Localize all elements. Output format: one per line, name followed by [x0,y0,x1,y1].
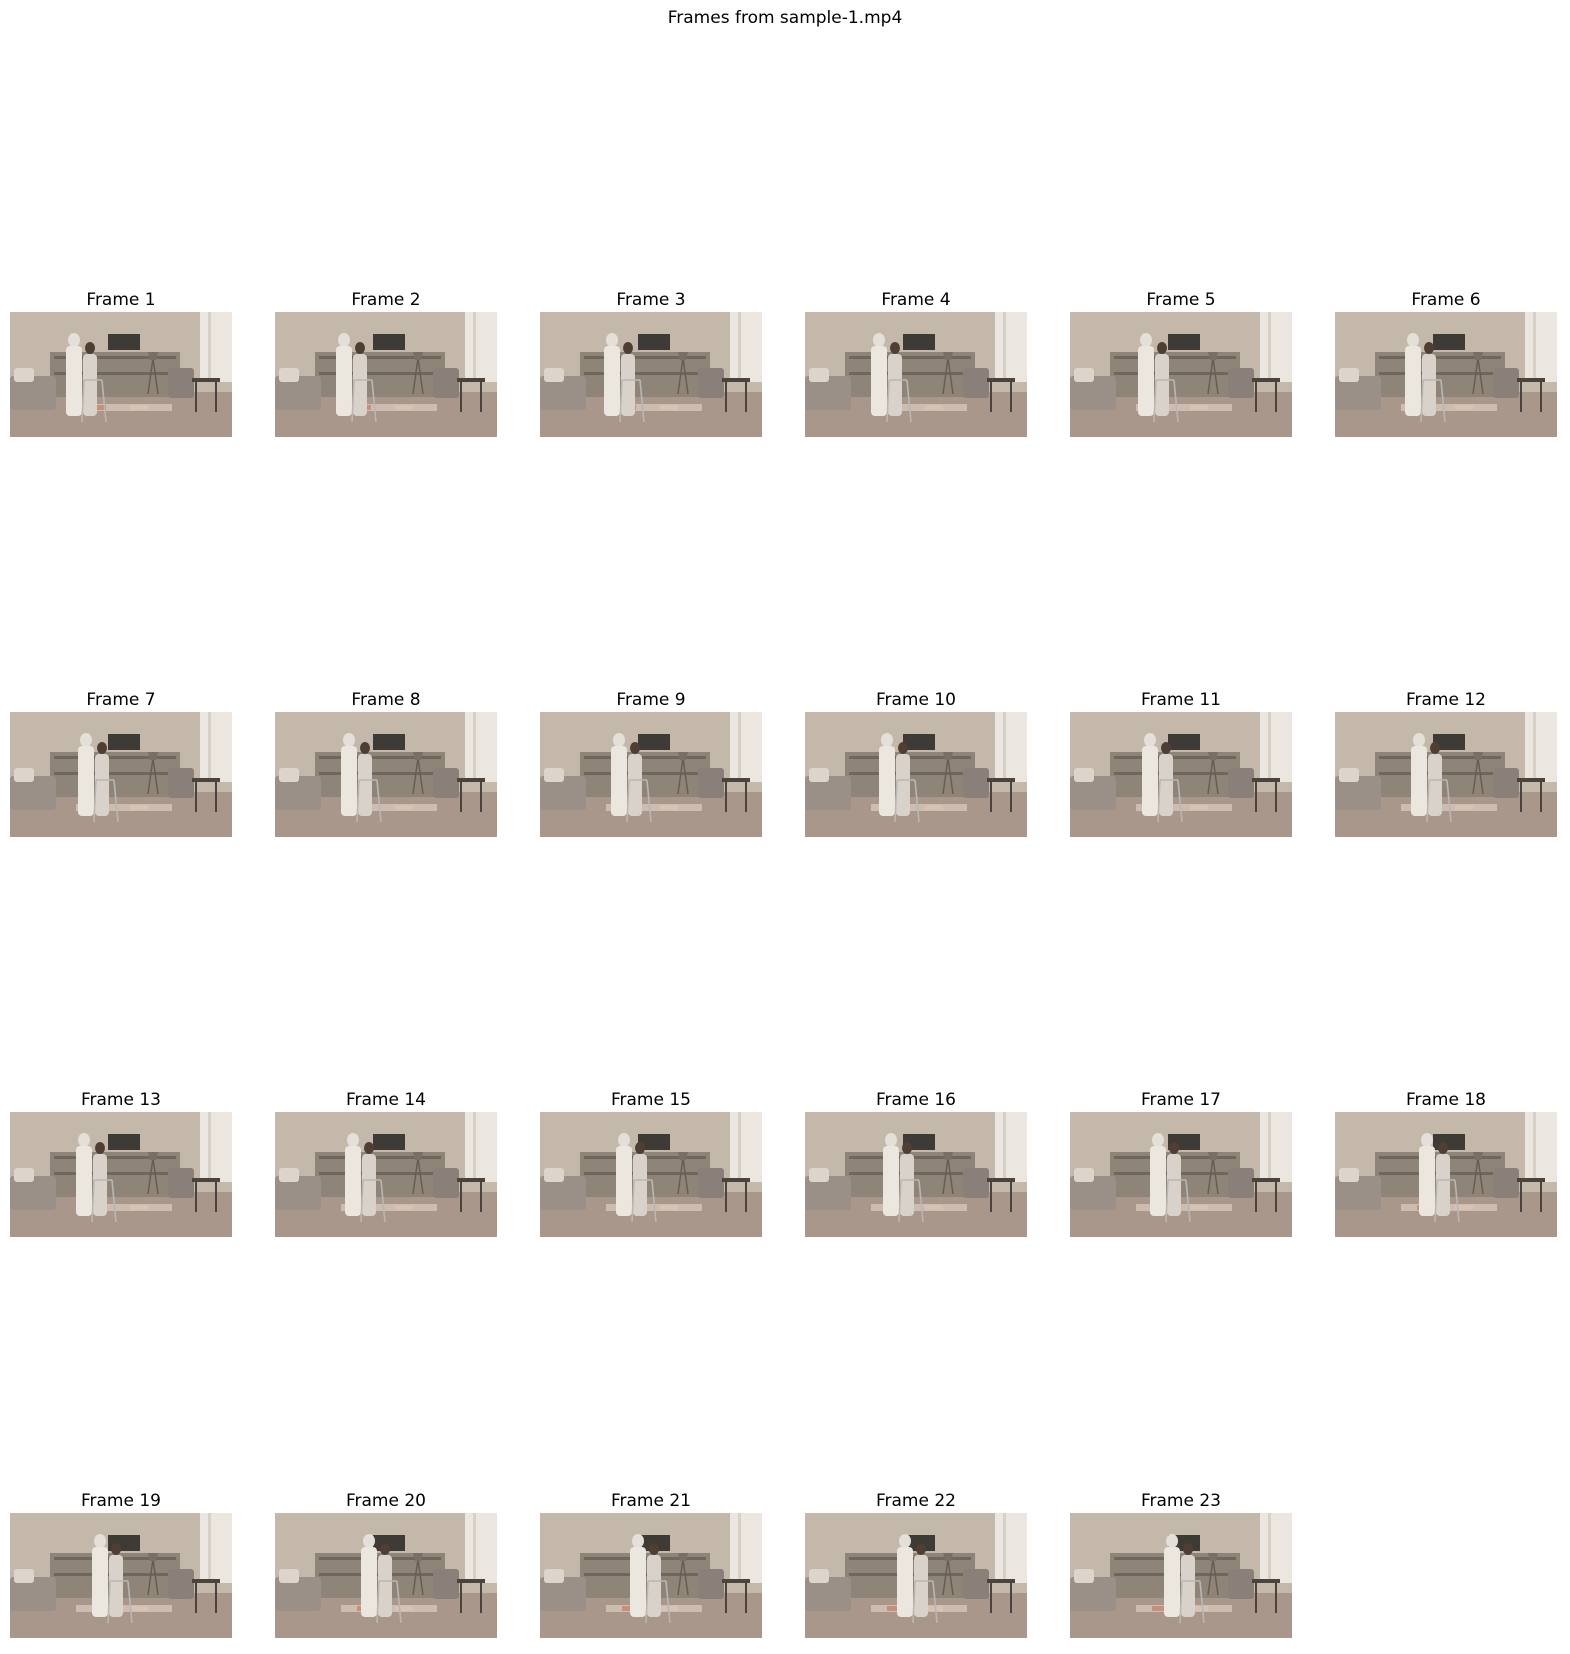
frame-image [540,312,762,437]
frame-label: Frame 19 [80,1491,161,1511]
frame-label: Frame 23 [1140,1491,1221,1511]
frame-label: Frame 18 [1405,1090,1486,1110]
frame-label: Frame 20 [345,1491,426,1511]
frame-label: Frame 4 [881,290,951,310]
frame-image [1070,312,1292,437]
frame-image [1070,712,1292,837]
frame-image [1070,1112,1292,1237]
frame-image [275,312,497,437]
frame-image [540,1112,762,1237]
frame-label: Frame 9 [616,690,686,710]
frame-image [805,312,1027,437]
frame-image [540,712,762,837]
frame-image [805,712,1027,837]
frame-image [1070,1513,1292,1638]
frame-label: Frame 15 [610,1090,691,1110]
frame-label: Frame 14 [345,1090,426,1110]
frame-label: Frame 16 [875,1090,956,1110]
frame-image [10,712,232,837]
page-title: Frames from sample-1.mp4 [667,8,903,28]
frame-label: Frame 13 [80,1090,161,1110]
frame-image [275,712,497,837]
frame-label: Frame 2 [351,290,421,310]
frame-image [1335,1112,1557,1237]
frame-label: Frame 11 [1140,690,1221,710]
frame-label: Frame 8 [351,690,421,710]
frame-label: Frame 5 [1146,290,1216,310]
frame-label: Frame 10 [875,690,956,710]
frame-image [10,1112,232,1237]
frame-label: Frame 1 [86,290,156,310]
frame-image [805,1112,1027,1237]
frame-label: Frame 21 [610,1491,691,1511]
frame-label: Frame 22 [875,1491,956,1511]
frame-image [1335,712,1557,837]
frame-image [10,312,232,437]
frame-label: Frame 12 [1405,690,1486,710]
frame-image [805,1513,1027,1638]
frame-image [10,1513,232,1638]
frame-image [275,1513,497,1638]
frame-label: Frame 7 [86,690,156,710]
frame-image [540,1513,762,1638]
frame-image [275,1112,497,1237]
frame-label: Frame 17 [1140,1090,1221,1110]
frame-image [1335,312,1557,437]
frame-label: Frame 3 [616,290,686,310]
frame-label: Frame 6 [1411,290,1481,310]
